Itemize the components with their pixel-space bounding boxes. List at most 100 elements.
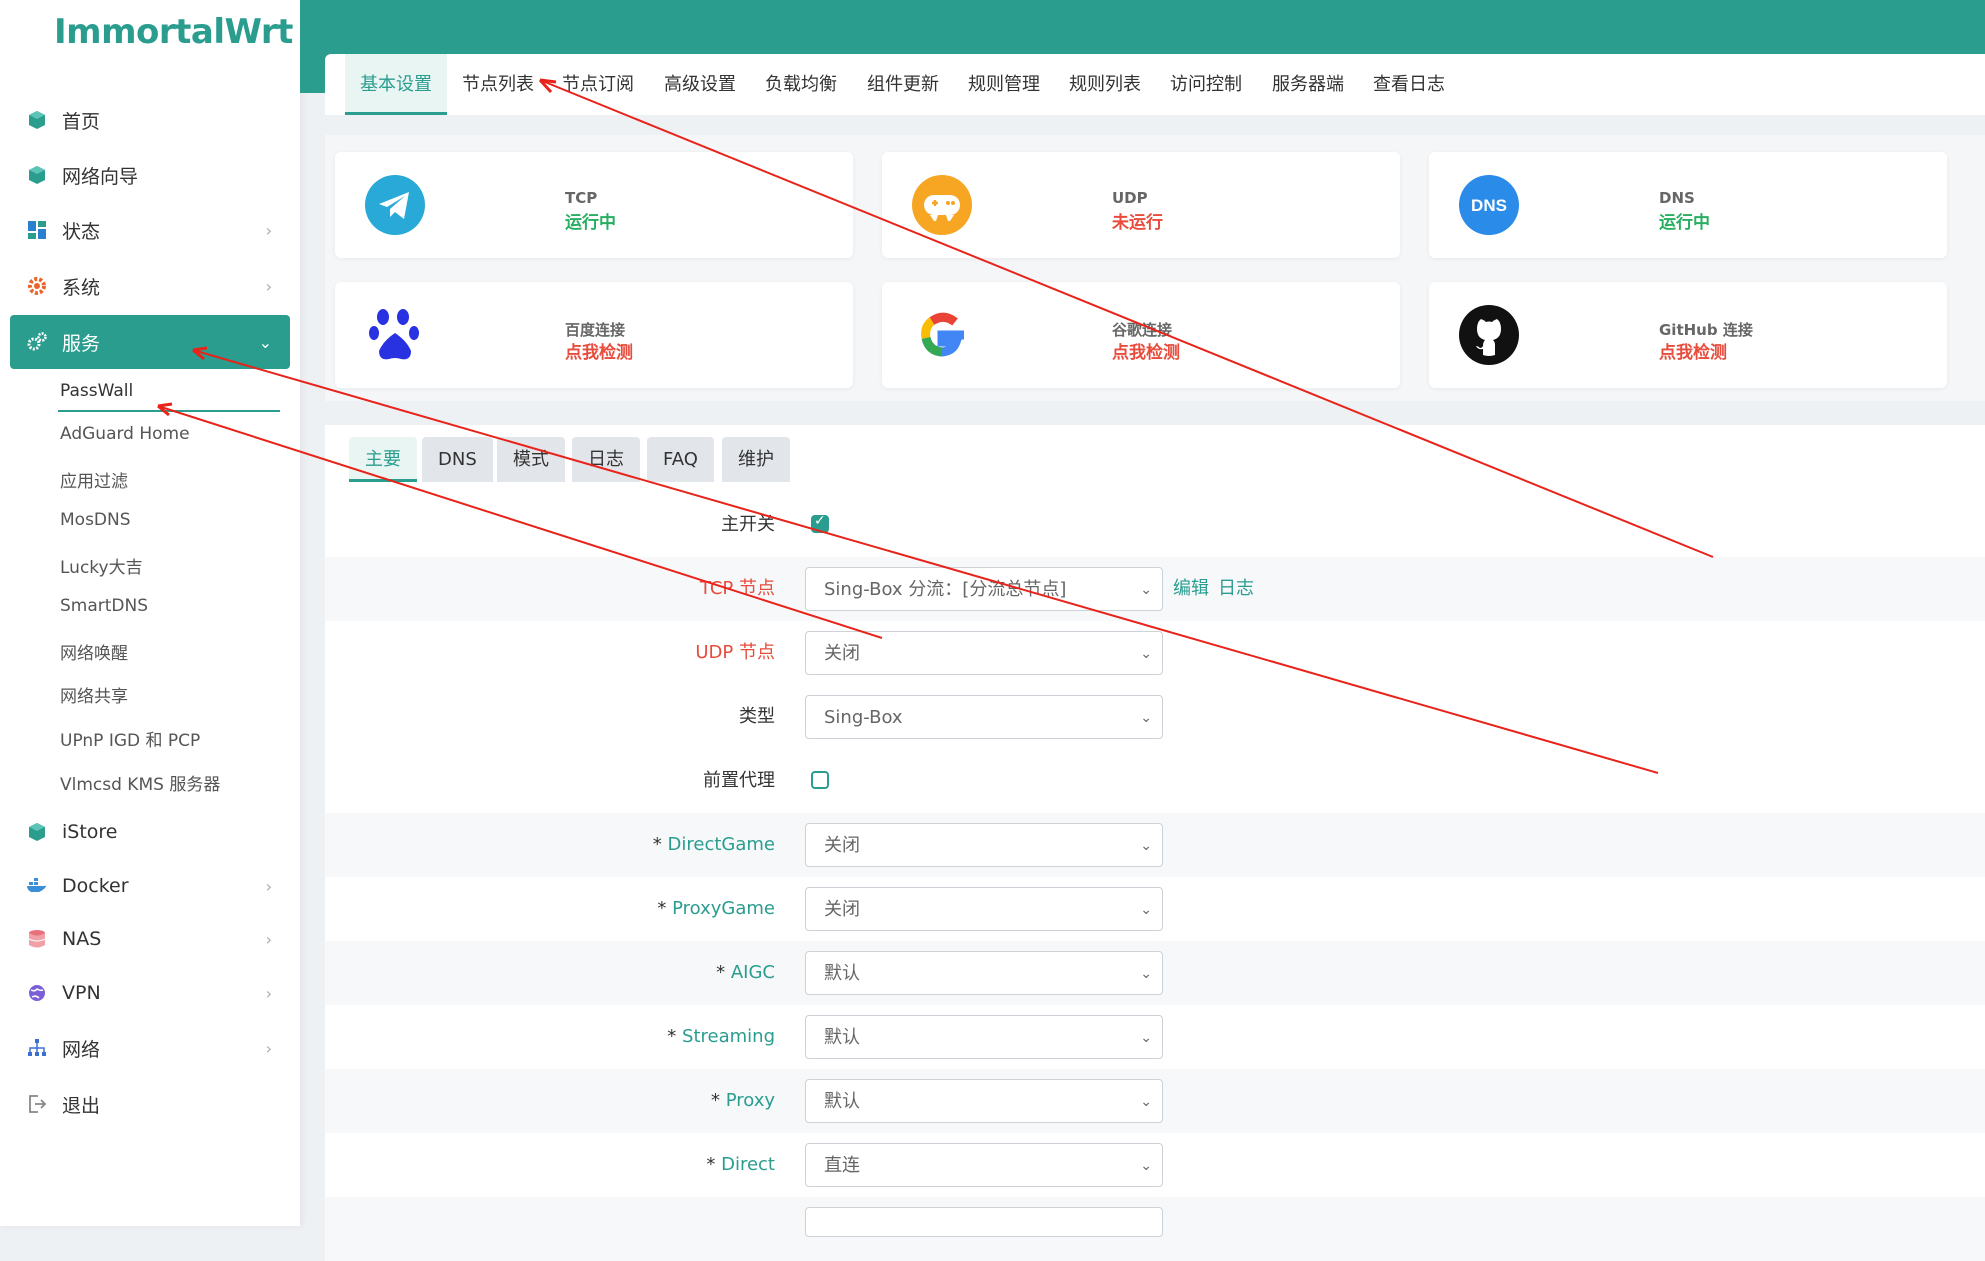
tab-rule-manage[interactable]: 规则管理 xyxy=(964,54,1044,115)
tab-advanced[interactable]: 高级设置 xyxy=(660,54,740,115)
subtab-maintain[interactable]: 维护 xyxy=(722,437,790,482)
sidebar-item-label: NAS xyxy=(62,928,102,950)
sidebar-item-nas[interactable]: NAS › xyxy=(10,912,290,966)
card-title: 谷歌连接 xyxy=(1112,321,1173,339)
rule-label: * AIGC xyxy=(716,941,775,1005)
card-status: 未运行 xyxy=(1112,213,1163,233)
next-select[interactable] xyxy=(805,1207,1163,1237)
select-value: 关闭 xyxy=(824,643,860,664)
sidebar-item-label: 状态 xyxy=(62,220,101,243)
tab-component-update[interactable]: 组件更新 xyxy=(863,54,943,115)
direct-select[interactable]: 直连 ⌄ xyxy=(805,1143,1163,1187)
logout-icon xyxy=(26,1093,48,1115)
tab-node-subscribe[interactable]: 节点订阅 xyxy=(558,54,638,115)
tab-access-control[interactable]: 访问控制 xyxy=(1166,54,1246,115)
setting-row-proxygame: * ProxyGame 关闭 ⌄ xyxy=(325,877,1985,941)
type-select[interactable]: Sing-Box ⌄ xyxy=(805,695,1163,739)
proxygame-select[interactable]: 关闭 ⌄ xyxy=(805,887,1163,931)
proxy-select[interactable]: 默认 ⌄ xyxy=(805,1079,1163,1123)
select-value: 直连 xyxy=(824,1155,860,1176)
sidebar-item-status[interactable]: 状态 › xyxy=(10,203,290,257)
chevron-down-icon: ⌄ xyxy=(1140,710,1152,726)
sidebar-item-network[interactable]: 网络 › xyxy=(10,1021,290,1075)
subtab-dns[interactable]: DNS xyxy=(422,437,493,482)
card-status[interactable]: 点我检测 xyxy=(565,338,633,363)
sidebar-sub-adguard[interactable]: AdGuard Home xyxy=(60,424,190,444)
select-value: Sing-Box xyxy=(824,707,903,728)
sidebar-item-services[interactable]: 服务 ⌄ xyxy=(10,315,290,369)
setting-row-next xyxy=(325,1197,1985,1261)
edit-link[interactable]: 编辑 xyxy=(1173,557,1209,621)
subtab-faq[interactable]: FAQ xyxy=(647,437,714,482)
sidebar-item-system[interactable]: 系统 › xyxy=(10,259,290,313)
sidebar-item-label: VPN xyxy=(62,982,101,1004)
pre-proxy-checkbox[interactable] xyxy=(811,771,829,789)
cube-icon xyxy=(26,109,48,131)
sidebar-sub-mosdns[interactable]: MosDNS xyxy=(60,510,131,530)
dashboard-icon xyxy=(26,219,48,241)
aigc-select[interactable]: 默认 ⌄ xyxy=(805,951,1163,995)
tcp-node-select[interactable]: Sing-Box 分流：[分流总节点] ⌄ xyxy=(805,567,1163,611)
telegram-icon xyxy=(365,175,425,235)
sidebar-item-label: 系统 xyxy=(62,276,101,299)
sidebar-sub-app-filter[interactable]: 应用过滤 xyxy=(60,467,128,492)
sidebar-item-label: Docker xyxy=(62,875,129,897)
sidebar-sub-upnp[interactable]: UPnP IGD 和 PCP xyxy=(60,726,200,751)
sidebar-sub-wol[interactable]: 网络唤醒 xyxy=(60,639,128,664)
sidebar-sub-smartdns[interactable]: SmartDNS xyxy=(60,596,148,616)
tab-server[interactable]: 服务器端 xyxy=(1268,54,1348,115)
sidebar-item-label: 服务 xyxy=(62,332,101,355)
tab-load-balance[interactable]: 负载均衡 xyxy=(761,54,841,115)
streaming-select[interactable]: 默认 ⌄ xyxy=(805,1015,1163,1059)
sidebar-item-vpn[interactable]: VPN › xyxy=(10,966,290,1020)
log-link[interactable]: 日志 xyxy=(1218,557,1254,621)
sidebar-sub-passwall[interactable]: PassWall xyxy=(60,381,133,401)
docker-icon xyxy=(26,875,48,897)
sidebar-item-home[interactable]: 首页 xyxy=(10,93,290,147)
sidebar-item-logout[interactable]: 退出 xyxy=(10,1077,290,1131)
status-card-google[interactable]: 谷歌连接 点我检测 xyxy=(882,282,1400,388)
status-card-baidu[interactable]: 百度连接 点我检测 xyxy=(335,282,853,388)
sidebar-sub-lucky[interactable]: Lucky大吉 xyxy=(60,553,143,578)
card-status[interactable]: 点我检测 xyxy=(1659,338,1727,363)
card-title: DNS xyxy=(1659,189,1695,207)
subtab-mode[interactable]: 模式 xyxy=(497,437,565,482)
status-card-github[interactable]: GitHub 连接 点我检测 xyxy=(1429,282,1947,388)
sidebar-item-label: 退出 xyxy=(62,1094,101,1117)
select-value: 默认 xyxy=(824,963,860,984)
sidebar-item-wizard[interactable]: 网络向导 xyxy=(10,148,290,202)
type-label: 类型 xyxy=(739,706,775,727)
udp-node-select[interactable]: 关闭 ⌄ xyxy=(805,631,1163,675)
tab-rule-list[interactable]: 规则列表 xyxy=(1065,54,1145,115)
status-cards: TCP 运行中 UDP 未运行 DNS DNS 运行中 百度连接 点我检测 谷歌… xyxy=(325,135,1985,401)
rule-name: Direct xyxy=(721,1154,775,1175)
main-switch-label: 主开关 xyxy=(721,514,775,535)
setting-row-streaming: * Streaming 默认 ⌄ xyxy=(325,1005,1985,1069)
status-card-tcp: TCP 运行中 xyxy=(335,152,853,258)
tcp-node-label: TCP 节点 xyxy=(699,578,775,599)
active-indicator xyxy=(58,410,280,412)
subtab-main[interactable]: 主要 xyxy=(349,437,417,482)
setting-row-udp-node: UDP 节点 关闭 ⌄ xyxy=(325,621,1985,685)
sidebar-sub-share[interactable]: 网络共享 xyxy=(60,682,128,707)
tab-basic-settings[interactable]: 基本设置 xyxy=(345,54,447,115)
chevron-down-icon: ⌄ xyxy=(1140,966,1152,982)
brand-logo[interactable]: ImmortalWrt xyxy=(54,12,293,52)
cube-icon xyxy=(26,821,48,843)
main-switch-checkbox[interactable] xyxy=(811,513,829,533)
subtab-log[interactable]: 日志 xyxy=(572,437,640,482)
required-star: * xyxy=(716,962,731,983)
card-status[interactable]: 点我检测 xyxy=(1112,338,1180,363)
sidebar-sub-vlmcsd[interactable]: Vlmcsd KMS 服务器 xyxy=(60,770,220,795)
chevron-right-icon: › xyxy=(265,1038,272,1058)
sidebar-item-docker[interactable]: Docker › xyxy=(10,859,290,913)
chevron-right-icon: › xyxy=(265,929,272,949)
dns-icon-text: DNS xyxy=(1471,196,1507,215)
required-star: * xyxy=(657,898,673,919)
tab-view-log[interactable]: 查看日志 xyxy=(1369,54,1449,115)
rule-name: ProxyGame xyxy=(672,898,775,919)
sidebar-item-istore[interactable]: iStore xyxy=(10,805,290,859)
tab-node-list[interactable]: 节点列表 xyxy=(458,54,538,115)
directgame-select[interactable]: 关闭 ⌄ xyxy=(805,823,1163,867)
pre-proxy-label: 前置代理 xyxy=(703,770,775,791)
